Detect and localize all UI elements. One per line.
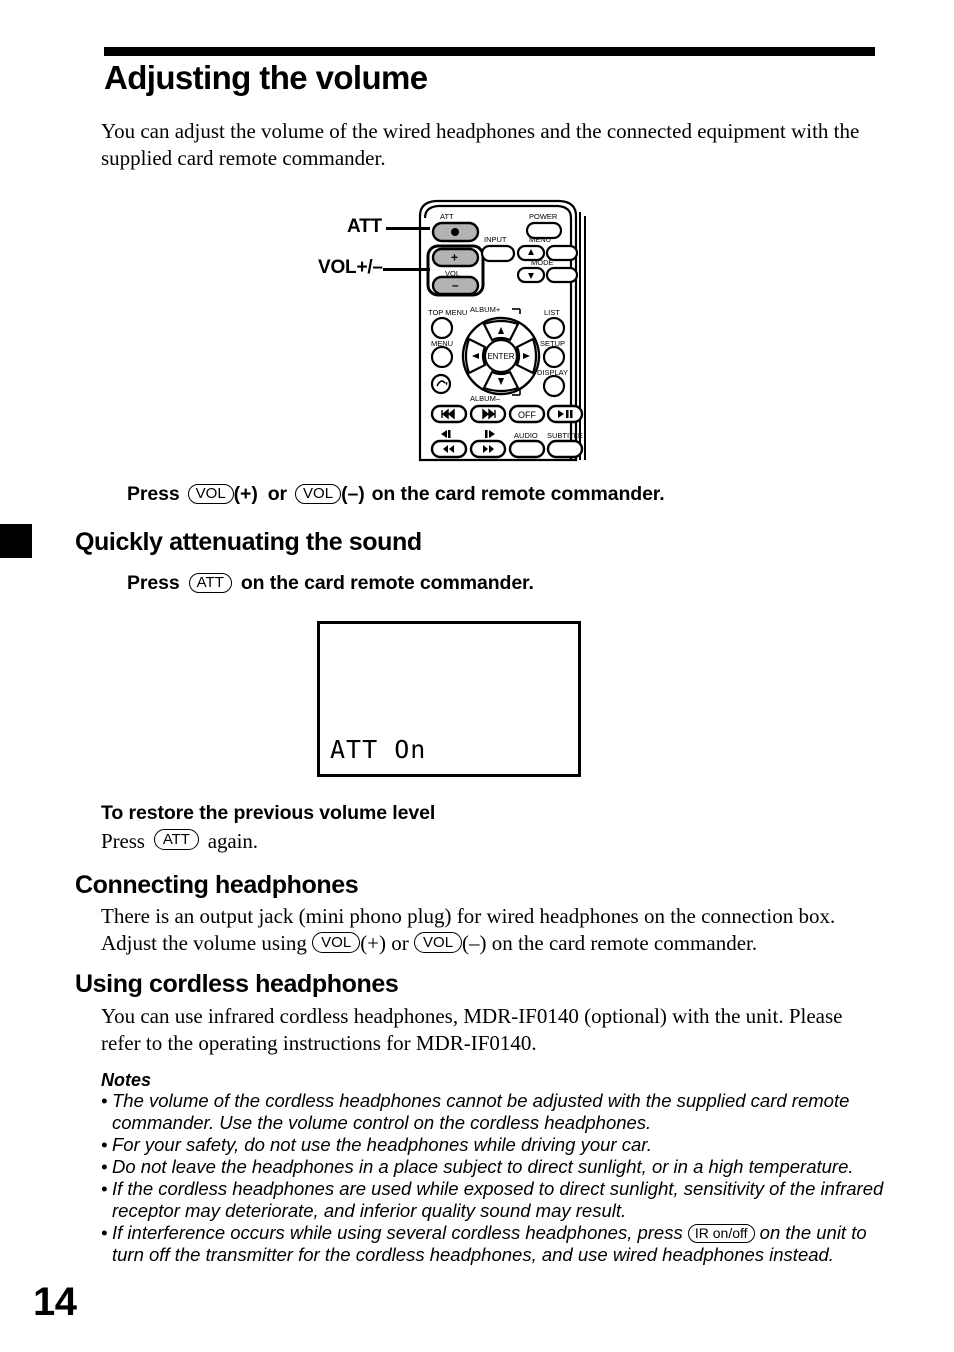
connecting-or: or — [391, 930, 409, 955]
svg-text:ALBUM+: ALBUM+ — [470, 305, 501, 314]
connecting-plus: (+) — [360, 930, 387, 955]
svg-text:TOP MENU: TOP MENU — [428, 308, 467, 317]
intro-paragraph: You can adjust the volume of the wired h… — [101, 119, 860, 170]
volume-instruction-suffix: on the card remote commander. — [371, 483, 665, 505]
volume-or-label: or — [267, 483, 288, 505]
svg-text:POWER: POWER — [529, 212, 558, 221]
note-bullet: • — [101, 1178, 108, 1199]
remote-audio-button — [508, 439, 546, 459]
attenuate-press-suffix: on the card remote commander. — [240, 572, 534, 594]
volume-plus-label: (+) — [233, 483, 258, 505]
note-text: The volume of the cordless headphones ca… — [112, 1090, 850, 1133]
note-item: • If interference occurs while using sev… — [101, 1222, 891, 1266]
connecting-paragraph: There is an output jack (mini phono plug… — [101, 903, 876, 956]
note-item: • The volume of the cordless headphones … — [101, 1090, 891, 1134]
page-number: 14 — [33, 1280, 77, 1324]
att-button-badge-2: ATT — [153, 829, 199, 850]
remote-subtitle-button — [546, 439, 584, 459]
note-text-before: If interference occurs while using sever… — [112, 1222, 683, 1243]
svg-text:AUDIO: AUDIO — [514, 431, 538, 440]
note-item: • For your safety, do not use the headph… — [101, 1134, 891, 1156]
note-item: • Do not leave the headphones in a place… — [101, 1156, 891, 1178]
restore-press-prefix: Press — [101, 829, 145, 853]
volume-press-prefix: Press — [127, 483, 180, 505]
vol-button-badge-2: VOL — [295, 483, 342, 504]
remote-slow-fwd-label — [485, 430, 495, 438]
svg-text:MODE: MODE — [531, 258, 554, 267]
manual-page: Adjusting the volume You can adjust the … — [0, 0, 954, 1352]
section-edge-tab — [0, 524, 32, 558]
remote-att-button — [431, 221, 480, 243]
remote-off-button: OFF — [508, 404, 546, 424]
svg-text:ALBUM–: ALBUM– — [470, 394, 501, 403]
remote-navigation-pad: ENTER — [461, 316, 541, 396]
note-text: For your safety, do not use the headphon… — [112, 1134, 652, 1155]
att-button-badge-1: ATT — [188, 572, 232, 593]
vol-button-badge-4: VOL — [414, 932, 463, 954]
cordless-paragraph: You can use infrared cordless headphones… — [101, 1004, 843, 1055]
svg-text:ENTER: ENTER — [487, 352, 514, 361]
volume-minus-label: (–) — [341, 483, 365, 505]
svg-text:MENU: MENU — [529, 235, 551, 244]
note-text: Do not leave the headphones in a place s… — [112, 1156, 854, 1177]
note-bullet: • — [101, 1156, 108, 1177]
note-text: If the cordless headphones are used whil… — [112, 1178, 884, 1221]
svg-text:–: – — [452, 278, 459, 292]
connecting-text-part2: on the card remote commander. — [491, 930, 758, 955]
remote-vol-up-button: + — [431, 247, 480, 268]
section-heading-cordless: Using cordless headphones — [75, 970, 399, 998]
remote-rewind-button — [430, 439, 468, 459]
restore-instruction: Press ATT again. — [101, 829, 258, 854]
note-item: • If the cordless headphones are used wh… — [101, 1178, 891, 1222]
svg-text:INPUT: INPUT — [484, 235, 507, 244]
attenuate-press-prefix: Press — [127, 572, 180, 594]
remote-prev-button — [430, 404, 468, 424]
connecting-minus: (–) — [462, 930, 487, 955]
remote-play-pause-button — [546, 404, 584, 424]
section-heading-connecting: Connecting headphones — [75, 871, 359, 899]
svg-text:SUBTITLE: SUBTITLE — [547, 431, 583, 440]
note-bullet: • — [101, 1090, 108, 1111]
callout-label-att: ATT — [347, 216, 382, 237]
svg-text:OFF: OFF — [518, 410, 536, 420]
restore-press-suffix: again. — [207, 829, 258, 853]
display-screen-illustration: ATT On — [317, 621, 581, 777]
notes-list: • The volume of the cordless headphones … — [101, 1090, 891, 1266]
remote-return-button — [430, 373, 452, 395]
ir-onoff-button-badge: IR on/off — [687, 1223, 755, 1243]
page-title: Adjusting the volume — [104, 59, 428, 96]
notes-heading: Notes — [101, 1070, 152, 1090]
section-heading-attenuate: Quickly attenuating the sound — [75, 528, 422, 556]
screen-display-text: ATT On — [330, 735, 427, 764]
remote-slow-rev-label — [441, 430, 451, 438]
svg-text:LIST: LIST — [544, 308, 560, 317]
remote-vol-down-button: – — [431, 275, 480, 296]
svg-text:ATT: ATT — [440, 212, 454, 221]
volume-instruction: Press VOL (+) or VOL (–) on the card rem… — [127, 483, 665, 506]
vol-button-badge-3: VOL — [312, 932, 361, 954]
svg-text:+: + — [451, 251, 458, 265]
vol-button-badge-1: VOL — [187, 483, 234, 504]
header-rule — [104, 47, 875, 56]
section-heading-restore: To restore the previous volume level — [101, 802, 436, 824]
attenuate-instruction: Press ATT on the card remote commander. — [127, 572, 534, 595]
note-bullet: • — [101, 1134, 108, 1155]
remote-next-button — [469, 404, 507, 424]
remote-fastforward-button — [469, 439, 507, 459]
note-text-ir: If interference occurs while using sever… — [112, 1222, 891, 1266]
note-bullet: • — [101, 1222, 108, 1243]
card-remote-commander-figure: ATT POWER + VOL – INPUT MENU MODE TOP ME… — [414, 198, 590, 464]
callout-label-vol: VOL+/– — [318, 257, 383, 278]
